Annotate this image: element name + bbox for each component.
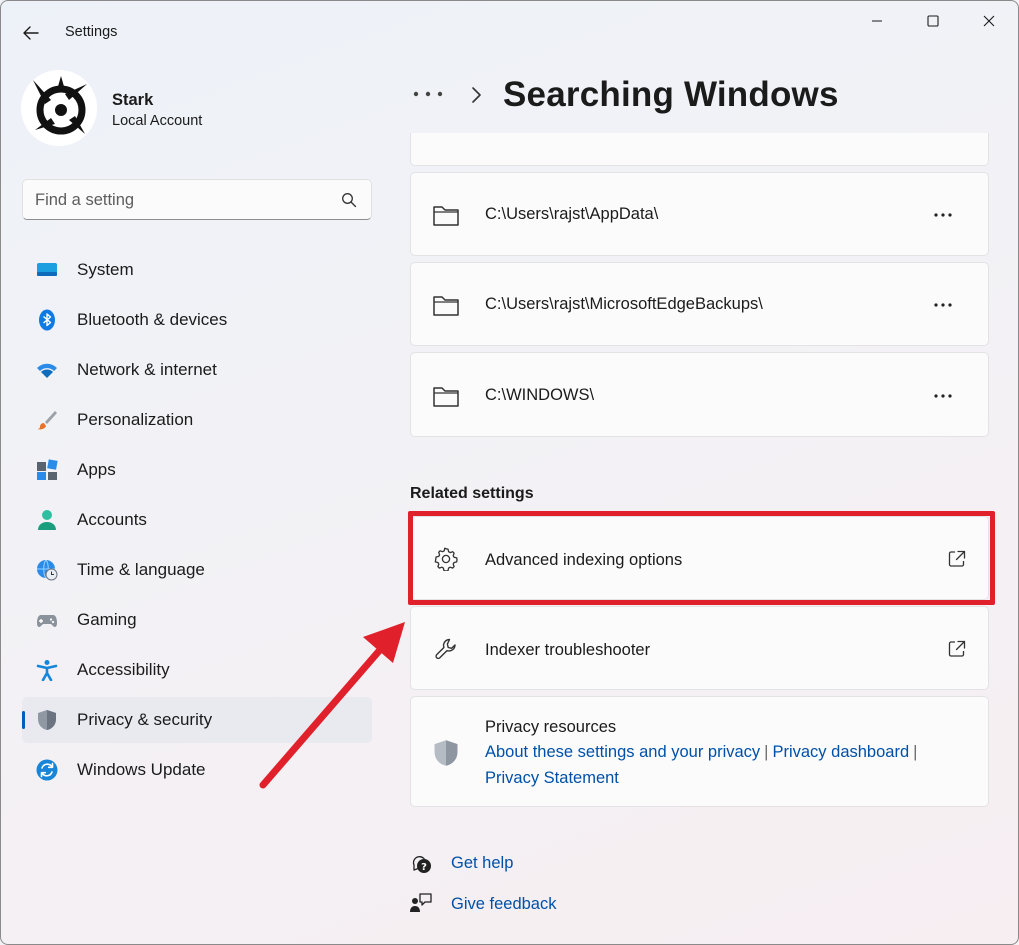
shield-icon: [38, 710, 56, 730]
sidebar-item-label: Accounts: [77, 510, 147, 529]
main-content: C:\Users\rajst\AppData\ C:\Users\rajst\M…: [410, 133, 989, 944]
brush-icon: [37, 411, 57, 430]
more-icon: [413, 91, 443, 97]
sidebar-item-privacy-security[interactable]: Privacy & security: [22, 697, 372, 743]
help-icon: ?: [412, 856, 431, 873]
folder-path: C:\Users\rajst\AppData\: [485, 205, 659, 223]
minimize-icon: [872, 20, 882, 22]
sidebar-item-bluetooth[interactable]: Bluetooth & devices: [22, 297, 372, 343]
sidebar-item-label: Time & language: [77, 560, 205, 579]
wrench-icon: [435, 638, 456, 660]
folder-card[interactable]: C:\Users\rajst\MicrosoftEdgeBackups\: [410, 262, 989, 346]
more-icon: [934, 213, 952, 217]
update-icon: [36, 759, 58, 781]
title-bar: Settings: [1, 1, 1018, 63]
globe-clock-icon: [37, 559, 58, 581]
folder-card-partial[interactable]: [410, 133, 989, 166]
folder-more-button[interactable]: [923, 381, 963, 411]
sidebar-item-label: Gaming: [77, 610, 137, 629]
maximize-button[interactable]: [905, 6, 961, 36]
sidebar-item-accessibility[interactable]: Accessibility: [22, 647, 372, 693]
gamepad-icon: [37, 615, 57, 627]
folder-card[interactable]: C:\Users\rajst\AppData\: [410, 172, 989, 256]
more-icon: [934, 394, 952, 398]
privacy-resources-card: Privacy resources About these settings a…: [410, 696, 989, 807]
sidebar-item-gaming[interactable]: Gaming: [22, 597, 372, 643]
bluetooth-icon: [39, 309, 55, 331]
sidebar-item-label: Apps: [77, 460, 116, 479]
folder-icon: [433, 206, 459, 226]
search-input[interactable]: [35, 189, 325, 211]
folder-path: C:\Users\rajst\MicrosoftEdgeBackups\: [485, 295, 763, 313]
search-icon[interactable]: [341, 192, 357, 208]
avatar[interactable]: [21, 70, 97, 146]
indexer-troubleshooter-link[interactable]: Indexer troubleshooter: [410, 606, 989, 690]
svg-text:?: ?: [421, 862, 427, 873]
folder-more-button[interactable]: [923, 200, 963, 230]
privacy-statement-link[interactable]: Privacy Statement: [485, 769, 619, 787]
get-help-label: Get help: [451, 853, 514, 872]
sidebar-item-windows-update[interactable]: Windows Update: [22, 747, 372, 793]
back-button[interactable]: [15, 19, 47, 47]
sidebar-item-label: Personalization: [77, 410, 194, 429]
privacy-links-row-2: Privacy Statement: [485, 769, 619, 788]
settings-window: Settings Stark Local Account Find a sett…: [0, 0, 1019, 945]
maximize-icon: [927, 15, 939, 27]
sidebar-item-apps[interactable]: Apps: [22, 447, 372, 493]
search-box[interactable]: [22, 179, 372, 220]
about-settings-privacy-link[interactable]: About these settings and your privacy: [485, 743, 760, 761]
sidebar-item-personalization[interactable]: Personalization: [22, 397, 372, 443]
sidebar-item-label: Bluetooth & devices: [77, 310, 228, 329]
give-feedback-link[interactable]: Give feedback: [409, 892, 556, 916]
privacy-links-row: About these settings and your privacy | Pr…: [485, 743, 921, 762]
sidebar-item-label: Windows Update: [77, 760, 206, 779]
link-separator: |: [764, 743, 769, 761]
page-title: Searching Windows: [503, 75, 839, 114]
minimize-button[interactable]: [849, 6, 905, 36]
wifi-icon: [37, 363, 57, 378]
more-icon: [934, 303, 952, 307]
link-separator: |: [913, 743, 918, 761]
breadcrumb-overflow-button[interactable]: [413, 79, 447, 109]
give-feedback-label: Give feedback: [451, 894, 557, 913]
folder-icon: [433, 296, 459, 316]
close-button[interactable]: [961, 6, 1017, 36]
advanced-indexing-options-link[interactable]: Advanced indexing options: [410, 516, 989, 600]
folder-more-button[interactable]: [923, 290, 963, 320]
shield-icon: [434, 740, 458, 766]
get-help-link[interactable]: ? Get help: [409, 851, 513, 875]
sidebar-nav: System Bluetooth & devices Network & int…: [22, 247, 372, 797]
close-icon: [983, 15, 995, 27]
sidebar-item-label: Privacy & security: [77, 710, 213, 729]
account-type: Local Account: [112, 113, 203, 129]
privacy-resources-title: Privacy resources: [485, 718, 617, 736]
folder-icon: [433, 387, 459, 407]
folder-path: C:\WINDOWS\: [485, 386, 595, 404]
sidebar-item-accounts[interactable]: Accounts: [22, 497, 372, 543]
avatar-logo-icon: [21, 70, 97, 146]
back-arrow-icon: [23, 26, 39, 40]
apps-icon: [37, 459, 58, 480]
sidebar-item-label: System: [77, 260, 134, 279]
external-link-icon: [948, 550, 966, 567]
related-settings-title: Related settings: [410, 485, 534, 502]
feedback-icon: [410, 893, 432, 912]
accessibility-icon: [36, 660, 58, 681]
app-title: Settings: [65, 24, 118, 40]
sidebar-item-system[interactable]: System: [22, 247, 372, 293]
user-name: Stark: [112, 91, 154, 109]
accounts-icon: [38, 510, 56, 530]
folder-card[interactable]: C:\WINDOWS\: [410, 352, 989, 437]
sidebar-item-network[interactable]: Network & internet: [22, 347, 372, 393]
indexer-troubleshooter-label: Indexer troubleshooter: [485, 641, 651, 659]
sidebar-item-label: Network & internet: [77, 360, 217, 379]
privacy-dashboard-link[interactable]: Privacy dashboard: [772, 743, 909, 761]
external-link-icon: [948, 640, 966, 657]
gear-icon: [434, 547, 458, 571]
advanced-indexing-options-label: Advanced indexing options: [485, 551, 683, 569]
system-icon: [37, 263, 57, 276]
chevron-right-icon: [472, 87, 481, 103]
sidebar-item-label: Accessibility: [77, 660, 170, 679]
sidebar-item-time-language[interactable]: Time & language: [22, 547, 372, 593]
